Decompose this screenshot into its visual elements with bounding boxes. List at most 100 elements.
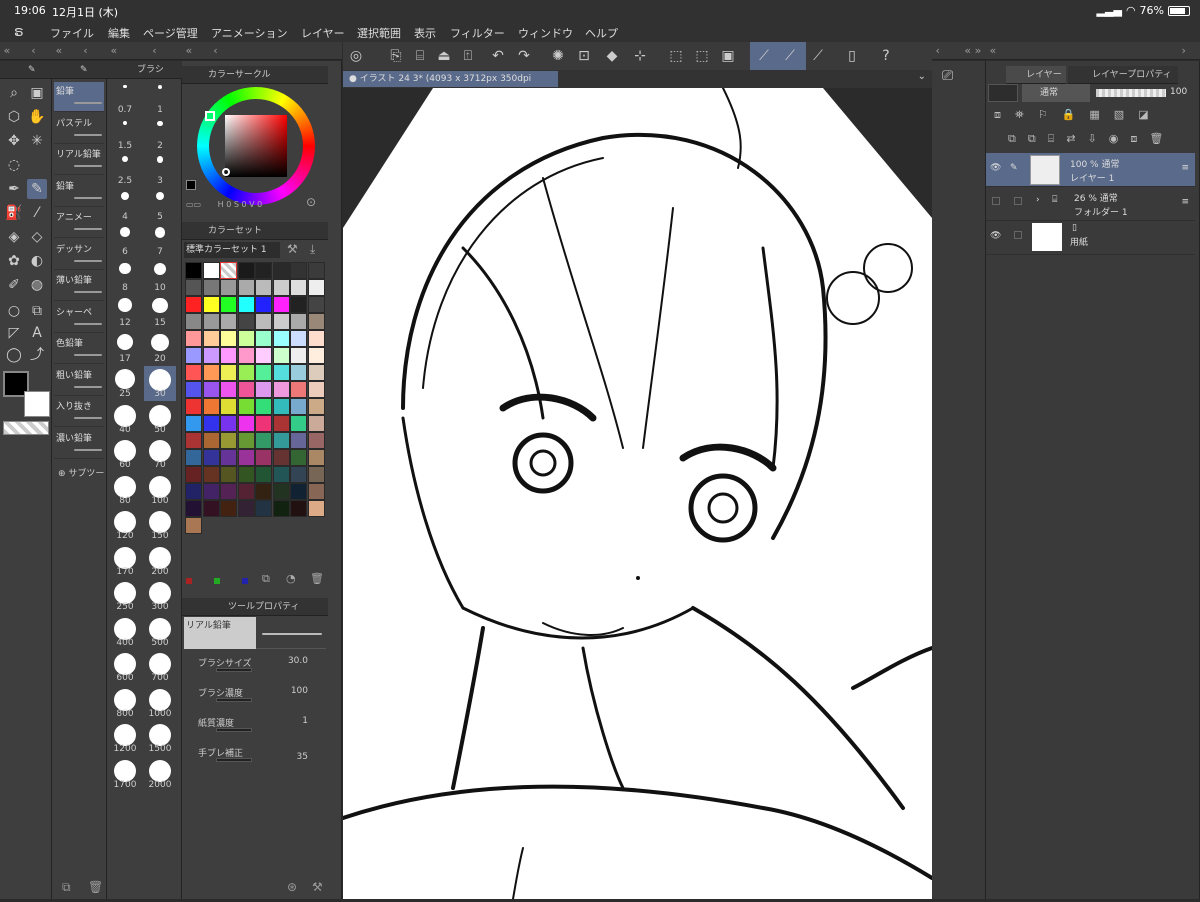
hue-indicator[interactable] [205,111,215,121]
layer-color-icon[interactable]: ◪ [1138,108,1148,126]
clip-icon[interactable]: ⧈ [994,108,1001,126]
color-swatch[interactable] [220,347,237,364]
menu-edit[interactable]: 編集 [108,25,130,41]
color-swatch[interactable] [202,262,220,279]
brush-size-item[interactable]: 800 [109,686,141,721]
deselect-icon[interactable]: ⬚ [664,44,688,68]
new-file-icon[interactable]: ⎘ [384,44,408,68]
color-swatch[interactable] [272,466,290,483]
lock-icon[interactable]: 🔒 [1062,108,1076,126]
brush-size-item[interactable]: 30 [144,366,176,401]
delete-subtool-icon[interactable]: 🗑 [88,880,103,894]
color-swatch[interactable] [307,466,325,483]
collapse-bar-color[interactable]: « ‹ [182,42,342,60]
paper-eye-icon[interactable]: 👁 [990,231,1001,241]
color-swatch[interactable] [307,347,325,364]
export-icon[interactable]: ⍐ [456,44,480,68]
settings-wrench-icon[interactable]: ⚒ [312,880,323,894]
brush-size-item[interactable]: 50 [144,402,176,437]
color-swatch[interactable] [255,262,272,279]
color-swatch[interactable] [290,449,307,466]
menu-page[interactable]: ページ管理 [143,25,198,41]
brush-size-row[interactable]: ブラシサイズ 30.0 [190,654,320,682]
apply-mask-icon[interactable]: ⧈ [1130,132,1137,148]
airbrush-icon[interactable]: ⛽ [4,203,24,223]
color-swatch[interactable] [202,432,220,449]
layer-row-1[interactable]: 👁 ✎ 100 % 通常 レイヤー 1 ≡ [986,153,1195,187]
color-swatch[interactable] [290,364,307,381]
collapse-bar-brush[interactable]: « ‹ [107,42,182,60]
color-swatch[interactable] [290,466,307,483]
brush-size-item[interactable]: 4 [109,189,141,224]
merge-icon[interactable]: ⇩ [1088,132,1097,148]
color-swatch[interactable] [237,381,255,398]
color-swatch[interactable] [185,466,202,483]
brush-size-item[interactable]: 80 [109,473,141,508]
color-swatch[interactable] [272,432,290,449]
color-swatch[interactable] [272,483,290,500]
snap-grid-icon[interactable]: ⟋ [806,44,830,68]
new-vector-icon[interactable]: ⧉ [1028,132,1036,148]
menu-view[interactable]: 表示 [414,25,436,41]
color-swatch[interactable] [202,500,220,517]
color-swatch[interactable] [290,262,307,279]
color-swatch[interactable] [255,398,272,415]
brush-size-item[interactable]: 40 [109,402,141,437]
ruler-icon[interactable]: ◸ [4,323,24,343]
layer-row-folder[interactable]: › ⌸ 26 % 通常 フォルダー 1 ≡ [986,187,1195,221]
color-swatch[interactable] [307,415,325,432]
color-swatch[interactable] [255,364,272,381]
object-icon[interactable]: ⬡ [4,107,24,127]
smartphone-icon[interactable]: ▯ [840,44,864,68]
brush-size-item[interactable]: 3 [144,153,176,188]
reference-icon[interactable]: ⛯ [1015,108,1024,126]
brush-size-item[interactable]: 500 [144,615,176,650]
color-swatch[interactable] [185,398,202,415]
layer-row-paper[interactable]: 👁 ▯ 用紙 [986,221,1195,255]
brush-size-item[interactable]: 150 [144,508,176,543]
draft-icon[interactable]: ⚐ [1038,108,1048,126]
subtool-item[interactable]: 鉛筆 [54,177,104,207]
menu-help[interactable]: ヘルプ [585,25,618,41]
color-mode-icon[interactable]: ▭▭ [186,200,201,209]
brush-size-item[interactable]: 400 [109,615,141,650]
color-swatch[interactable] [237,313,255,330]
color-swatch[interactable] [255,500,272,517]
blend-mode-select[interactable]: 通常 [1022,84,1090,102]
subtool-item[interactable]: デッサン [54,240,104,270]
loading-icon[interactable]: ✺ [546,44,570,68]
transparent-color-swatch[interactable] [3,421,49,435]
color-swatch[interactable] [290,330,307,347]
undo-icon[interactable]: ↶ [486,44,510,68]
collapse-bar-layers[interactable]: « › [986,42,1200,60]
snap-special-icon[interactable]: ⟋ [778,44,802,68]
lasso-icon[interactable]: ◌ [4,155,24,175]
color-swatch[interactable] [272,296,290,313]
color-swatch[interactable] [272,364,290,381]
subtool-item[interactable]: 鉛筆 [54,82,104,112]
color-swatch[interactable] [202,398,220,415]
brush-size-item[interactable]: 1000 [144,686,176,721]
text-icon[interactable]: A [27,323,47,343]
color-swatch[interactable] [237,296,255,313]
subtool-item[interactable]: アニメー [54,208,104,238]
brush-size-item[interactable]: 2.5 [109,153,141,188]
color-swatch[interactable] [272,381,290,398]
color-square[interactable] [225,115,287,177]
menu-filter[interactable]: フィルター [450,25,505,41]
gradient-icon[interactable]: ▣ [27,83,47,103]
color-swatch[interactable] [290,432,307,449]
pencil-icon[interactable]: ✎ [27,179,47,199]
color-swatch[interactable] [220,381,237,398]
subtool-item[interactable]: リアル鉛筆 [54,145,104,175]
color-swatch[interactable] [202,364,220,381]
import-icon[interactable]: ⤓ [310,242,315,257]
color-swatch[interactable] [202,313,220,330]
color-swatch[interactable] [307,364,325,381]
color-swatch[interactable] [237,279,255,296]
stabilization-row[interactable]: 手ブレ補正 35 [190,744,320,772]
brush-size-item[interactable]: 5 [144,189,176,224]
ellipse-icon[interactable]: ○ [4,301,24,321]
pen-icon[interactable]: ✒ [4,179,24,199]
layer-property-tab[interactable]: レイヤープロパティ [1068,66,1178,84]
